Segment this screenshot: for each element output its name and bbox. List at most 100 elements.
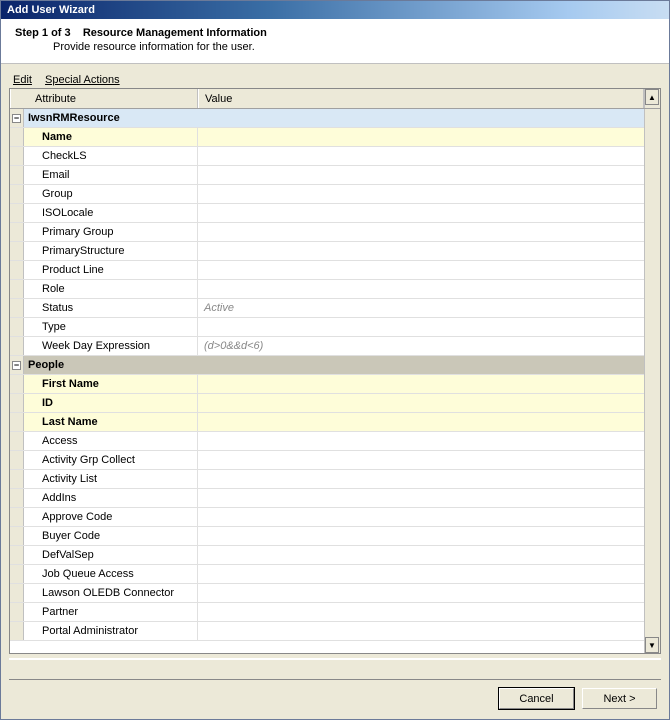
row-gutter: [10, 527, 24, 545]
attribute-value[interactable]: [198, 394, 644, 412]
row-gutter: [10, 470, 24, 488]
row-gutter: [10, 261, 24, 279]
row-gutter: [10, 413, 24, 431]
attribute-name: Access: [24, 432, 198, 450]
property-row: Activity List: [10, 470, 644, 489]
attribute-name: Status: [24, 299, 198, 317]
attribute-value[interactable]: [198, 166, 644, 184]
wizard-header: Step 1 of 3 Resource Management Informat…: [1, 19, 669, 64]
attribute-value[interactable]: [198, 565, 644, 583]
menu-edit[interactable]: Edit: [13, 74, 32, 86]
caret-down-icon: ▼: [648, 641, 656, 650]
cancel-button[interactable]: Cancel: [499, 688, 574, 709]
property-row: Group: [10, 185, 644, 204]
attribute-name: Partner: [24, 603, 198, 621]
property-row: PrimaryStructure: [10, 242, 644, 261]
attribute-name: Activity List: [24, 470, 198, 488]
property-row: Portal Administrator: [10, 622, 644, 641]
row-gutter: [10, 508, 24, 526]
vertical-scrollbar[interactable]: ▼: [644, 109, 660, 653]
row-gutter: [10, 394, 24, 412]
group-name: People: [24, 356, 644, 374]
property-grid: Attribute Value ▲ −IwsnRMResourceNameChe…: [9, 88, 661, 654]
property-row: Last Name: [10, 413, 644, 432]
attribute-name: Activity Grp Collect: [24, 451, 198, 469]
group-toggle[interactable]: −: [10, 109, 24, 127]
attribute-name: Job Queue Access: [24, 565, 198, 583]
attribute-name: Lawson OLEDB Connector: [24, 584, 198, 602]
attribute-value[interactable]: [198, 622, 644, 640]
attribute-name: PrimaryStructure: [24, 242, 198, 260]
attribute-value[interactable]: [198, 261, 644, 279]
property-row: Access: [10, 432, 644, 451]
attribute-name: Role: [24, 280, 198, 298]
attribute-value[interactable]: [198, 527, 644, 545]
step-subtitle: Provide resource information for the use…: [15, 39, 655, 53]
attribute-name: AddIns: [24, 489, 198, 507]
group-header[interactable]: −People: [10, 356, 644, 375]
scroll-up-button[interactable]: ▲: [645, 89, 659, 105]
attribute-value[interactable]: [198, 204, 644, 222]
description-bar: [9, 658, 661, 680]
next-button[interactable]: Next >: [582, 688, 657, 709]
attribute-name: Buyer Code: [24, 527, 198, 545]
group-toggle[interactable]: −: [10, 356, 24, 374]
attribute-value[interactable]: [198, 546, 644, 564]
attribute-value[interactable]: [198, 584, 644, 602]
property-row: AddIns: [10, 489, 644, 508]
row-gutter: [10, 223, 24, 241]
property-row: Lawson OLEDB Connector: [10, 584, 644, 603]
attribute-value[interactable]: [198, 413, 644, 431]
property-row: StatusActive: [10, 299, 644, 318]
row-gutter: [10, 242, 24, 260]
row-gutter: [10, 147, 24, 165]
attribute-value[interactable]: (d>0&&d<6): [198, 337, 644, 355]
grid-header: Attribute Value ▲: [10, 89, 660, 109]
column-header-attribute[interactable]: Attribute: [10, 89, 198, 108]
property-row: Role: [10, 280, 644, 299]
attribute-value[interactable]: [198, 470, 644, 488]
column-header-value[interactable]: Value: [198, 89, 644, 108]
attribute-name: Type: [24, 318, 198, 336]
row-gutter: [10, 185, 24, 203]
attribute-name: Email: [24, 166, 198, 184]
property-row: DefValSep: [10, 546, 644, 565]
attribute-name: ISOLocale: [24, 204, 198, 222]
step-label: Step 1 of 3: [15, 27, 71, 39]
attribute-value[interactable]: [198, 318, 644, 336]
attribute-value[interactable]: [198, 603, 644, 621]
attribute-value[interactable]: Active: [198, 299, 644, 317]
attribute-value[interactable]: [198, 432, 644, 450]
menu-special-actions[interactable]: Special Actions: [45, 74, 120, 86]
property-row: First Name: [10, 375, 644, 394]
attribute-value[interactable]: [198, 280, 644, 298]
row-gutter: [10, 451, 24, 469]
scroll-down-button[interactable]: ▼: [645, 637, 659, 653]
menu-bar: Edit Special Actions: [9, 72, 661, 88]
attribute-value[interactable]: [198, 128, 644, 146]
row-gutter: [10, 280, 24, 298]
property-row: Week Day Expression(d>0&&d<6): [10, 337, 644, 356]
attribute-value[interactable]: [198, 147, 644, 165]
property-row: CheckLS: [10, 147, 644, 166]
attribute-value[interactable]: [198, 375, 644, 393]
property-row: Buyer Code: [10, 527, 644, 546]
attribute-name: DefValSep: [24, 546, 198, 564]
attribute-value[interactable]: [198, 185, 644, 203]
title-bar: Add User Wizard: [1, 1, 669, 19]
property-row: ISOLocale: [10, 204, 644, 223]
group-header[interactable]: −IwsnRMResource: [10, 109, 644, 128]
property-row: Type: [10, 318, 644, 337]
property-row: Product Line: [10, 261, 644, 280]
property-row: Approve Code: [10, 508, 644, 527]
row-gutter: [10, 489, 24, 507]
attribute-name: Primary Group: [24, 223, 198, 241]
caret-up-icon: ▲: [648, 93, 656, 102]
attribute-value[interactable]: [198, 242, 644, 260]
attribute-value[interactable]: [198, 489, 644, 507]
attribute-value[interactable]: [198, 508, 644, 526]
collapse-icon: −: [12, 114, 21, 123]
row-gutter: [10, 584, 24, 602]
attribute-value[interactable]: [198, 223, 644, 241]
attribute-value[interactable]: [198, 451, 644, 469]
